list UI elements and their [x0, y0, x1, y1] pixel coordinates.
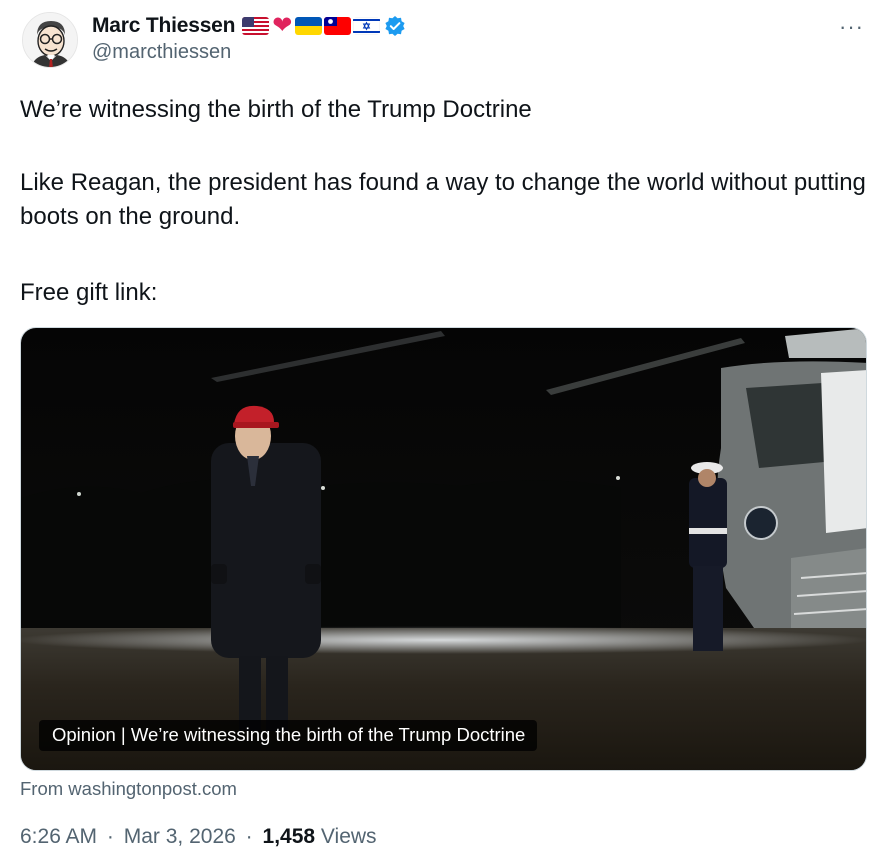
red-heart-icon: ❤ [272, 12, 293, 39]
israel-flag-icon [353, 17, 381, 35]
tweet-meta: 6:26 AM · Mar 3, 2026 · 1,458 Views [20, 825, 377, 849]
separator: · [245, 825, 253, 848]
verified-badge-icon[interactable] [384, 15, 406, 37]
night-helicopter-photo [21, 328, 866, 770]
handle[interactable]: @marcthiessen [92, 41, 406, 64]
tweet-text-paragraph-3: Free gift link: [20, 279, 158, 306]
views-label: Views [320, 825, 377, 848]
more-options-icon[interactable]: ··· [839, 14, 864, 40]
caricature-avatar-icon [23, 13, 77, 67]
name-emojis: ❤ [242, 12, 381, 39]
card-source[interactable]: From washingtonpost.com [20, 778, 237, 800]
card-title[interactable]: Opinion | We’re witnessing the birth of … [39, 720, 538, 751]
avatar[interactable] [22, 12, 78, 68]
author-block: Marc Thiessen ❤ @marcthiessen [92, 12, 406, 64]
tweet-time[interactable]: 6:26 AM [20, 825, 97, 848]
taiwan-flag-icon [324, 17, 352, 35]
name-row: Marc Thiessen ❤ [92, 12, 406, 40]
link-card[interactable]: Opinion | We’re witnessing the birth of … [20, 327, 867, 771]
separator: · [106, 825, 114, 848]
display-name[interactable]: Marc Thiessen [92, 14, 235, 38]
ukraine-flag-icon [295, 17, 323, 35]
us-flag-icon [242, 17, 270, 35]
tweet-text-paragraph-2: Like Reagan, the president has found a w… [20, 169, 866, 230]
tweet: Marc Thiessen ❤ @marcthiessen ··· We’re … [0, 0, 890, 866]
tweet-text-paragraph-1: We’re witnessing the birth of the Trump … [20, 96, 532, 123]
tweet-date[interactable]: Mar 3, 2026 [124, 825, 236, 848]
views-count[interactable]: 1,458 [263, 825, 316, 848]
